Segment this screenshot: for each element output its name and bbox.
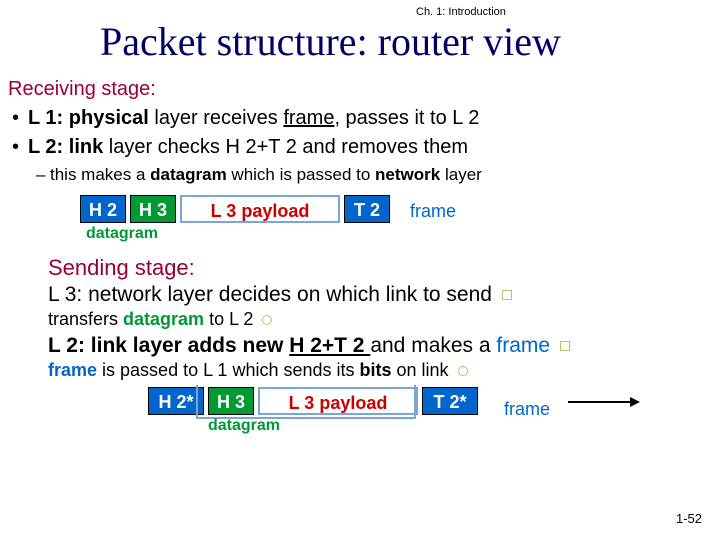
- l1-post2: , passes it to L 2: [334, 107, 479, 129]
- l2-line: L 2: link layer adds new H 2+T 2 and mak…: [48, 334, 712, 358]
- frame-diagram-1: H 2H 3L 3 payloadT 2 datagram frame: [80, 195, 712, 251]
- bullet-circle-icon: [458, 366, 468, 376]
- slide-title: Packet structure: router view: [100, 18, 561, 65]
- l2-line-c: and makes a: [370, 334, 496, 357]
- l2-subline: frame is passed to L 1 which sends its b…: [48, 360, 712, 381]
- slide-number: 1-52: [676, 511, 702, 526]
- payload-box-2: L 3 payload: [258, 387, 418, 415]
- bullet-l1: •L 1: physical layer receives frame, pas…: [12, 107, 712, 130]
- frame-label: frame: [410, 201, 456, 222]
- sending-heading: Sending stage:: [48, 255, 712, 281]
- sub-bullet-datagram: –this makes a datagram which is passed t…: [36, 165, 712, 185]
- receiving-heading: Receiving stage:: [8, 78, 712, 101]
- l1-frame-word: frame: [283, 107, 334, 129]
- chapter-label: Ch. 1: Introduction: [416, 6, 506, 18]
- l2-line-b: H 2+T 2: [289, 334, 370, 357]
- bullet-l2: •L 2: link layer checks H 2+T 2 and remo…: [12, 136, 712, 159]
- payload-box: L 3 payload: [180, 195, 340, 223]
- l2-boldword: link: [69, 136, 103, 158]
- datagram-label-2: datagram: [208, 417, 280, 435]
- l1-boldword: physical: [69, 107, 149, 129]
- bullet-square-icon: [502, 290, 512, 300]
- h3-box-2: H 3: [208, 387, 254, 415]
- l2-line-a: L 2: link layer adds new: [48, 334, 289, 357]
- datagram-label: datagram: [86, 225, 158, 243]
- h2-box: H 2: [80, 195, 126, 223]
- l3-line: L 3: network layer decides on which link…: [48, 283, 712, 307]
- bullet-square-icon: [560, 341, 570, 351]
- t2-box: T 2: [344, 195, 390, 223]
- l2-line-d: frame: [496, 334, 550, 357]
- frame-diagram-2: H 2*H 3L 3 payloadT 2* datagram frame: [148, 387, 712, 447]
- l3-subline: transfers datagram to L 2: [48, 309, 712, 330]
- h2star-box: H 2*: [148, 387, 204, 415]
- slide-body: Receiving stage: •L 1: physical layer re…: [8, 78, 712, 447]
- arrow-icon: [568, 401, 638, 403]
- l2-post: layer checks H 2+T 2 and removes them: [103, 136, 468, 158]
- frame-label-2: frame: [504, 399, 550, 420]
- l2-prefix: L 2:: [28, 136, 63, 158]
- l1-post: layer receives: [149, 107, 284, 129]
- l1-prefix: L 1:: [28, 107, 63, 129]
- t2star-box: T 2*: [422, 387, 478, 415]
- h3-box: H 3: [130, 195, 176, 223]
- bullet-circle-icon: [262, 315, 272, 325]
